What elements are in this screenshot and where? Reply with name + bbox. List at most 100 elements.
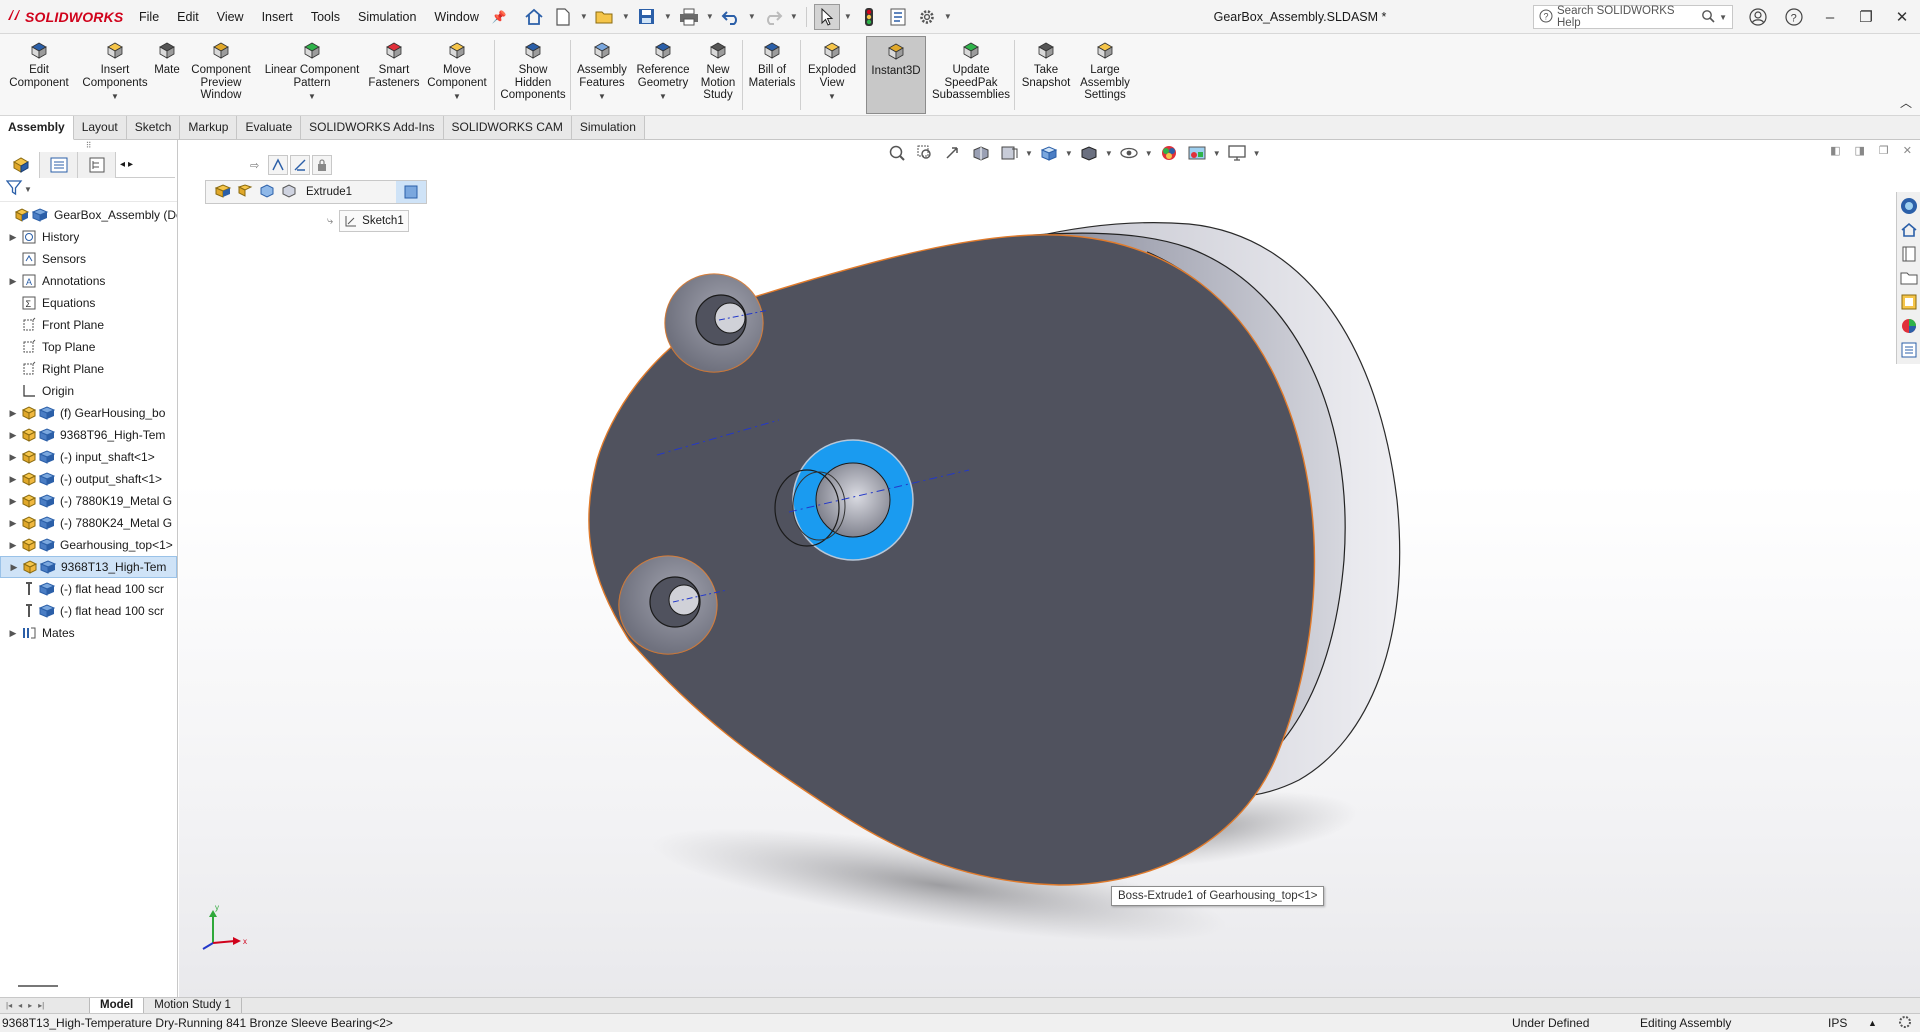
status-bar-toggle-icon[interactable] xyxy=(1898,1015,1912,1032)
breadcrumb-sketch[interactable]: Sketch1 xyxy=(339,210,409,232)
tab-markup[interactable]: Markup xyxy=(180,116,238,139)
section-view-icon[interactable] xyxy=(969,141,993,165)
linear-pattern-dropdown-icon[interactable]: ▼ xyxy=(308,91,316,104)
insert-components-dropdown-icon[interactable]: ▼ xyxy=(111,91,119,104)
tab-model[interactable]: Model xyxy=(90,998,145,1013)
breadcrumb-face-icon[interactable] xyxy=(396,181,426,203)
restore-icon[interactable]: ❐ xyxy=(1848,0,1884,34)
bottom-tab-last-icon[interactable]: ▸| xyxy=(38,1001,44,1010)
rebuild-icon[interactable] xyxy=(856,4,882,30)
pin-icon[interactable]: 📌 xyxy=(492,10,507,24)
bottom-tab-first-icon[interactable]: |◂ xyxy=(6,1001,12,1010)
bottom-tab-nav[interactable]: |◂ ◂ ▸ ▸| xyxy=(0,998,90,1013)
tree-item-input-shaft-1[interactable]: ▶ (-) input_shaft<1> xyxy=(0,446,177,468)
viewport-close-icon[interactable]: ✕ xyxy=(1903,144,1912,157)
print-dropdown-icon[interactable]: ▼ xyxy=(705,12,715,21)
expand-arrow-icon[interactable]: ▶ xyxy=(6,232,20,243)
collapse-ribbon-icon[interactable]: ︿ xyxy=(1900,94,1912,111)
exploded-view-button[interactable]: Exploded View ▼ xyxy=(804,38,860,104)
appearances-scenes-icon[interactable] xyxy=(1899,316,1919,335)
expand-arrow-icon[interactable]: ▶ xyxy=(6,474,20,485)
viewport-tile-right-icon[interactable]: ◨ xyxy=(1855,144,1865,157)
display-style-dropdown-icon[interactable]: ▼ xyxy=(1105,149,1113,158)
tree-item-origin[interactable]: Origin xyxy=(0,380,177,402)
menu-file[interactable]: File xyxy=(130,0,168,34)
expand-arrow-icon[interactable]: ▶ xyxy=(6,452,20,463)
menu-edit[interactable]: Edit xyxy=(168,0,208,34)
tab-evaluate[interactable]: Evaluate xyxy=(237,116,302,139)
status-units[interactable]: IPS xyxy=(1828,1016,1847,1030)
close-icon[interactable]: ✕ xyxy=(1884,0,1920,34)
undo-icon[interactable] xyxy=(718,4,744,30)
viewport-tile-left-icon[interactable]: ◧ xyxy=(1830,144,1840,157)
apply-scene-icon[interactable] xyxy=(1185,141,1209,165)
expand-arrow-icon[interactable]: ▶ xyxy=(6,276,20,287)
feature-manager-tab[interactable] xyxy=(2,152,40,178)
dynamic-annotation-icon[interactable] xyxy=(997,141,1021,165)
zoom-to-fit-icon[interactable] xyxy=(885,141,909,165)
redo-icon[interactable] xyxy=(760,4,786,30)
tree-item-9368t13-high-tem[interactable]: ▶ 9368T13_High-Tem xyxy=(0,556,177,578)
tree-item-gearhousing-top-1[interactable]: ▶ Gearhousing_top<1> xyxy=(0,534,177,556)
tree-item-equations[interactable]: Σ Equations xyxy=(0,292,177,314)
expand-arrow-icon[interactable]: ▶ xyxy=(6,430,20,441)
tab-layout[interactable]: Layout xyxy=(73,116,127,139)
save-dropdown-icon[interactable]: ▼ xyxy=(663,12,673,21)
mate-button[interactable]: Mate xyxy=(152,38,182,77)
home-icon[interactable] xyxy=(521,4,547,30)
search-input[interactable]: Search SOLIDWORKS Help xyxy=(1557,5,1701,29)
edit-appearance-icon[interactable] xyxy=(1157,141,1181,165)
design-library-icon[interactable] xyxy=(1899,244,1919,263)
bill-of-materials-button[interactable]: Bill of Materials xyxy=(746,38,798,89)
graphics-area[interactable]: ▼ ▼ ▼ ▼ ▼ ▼ ◧ ◨ ❐ ✕ ⇨ Extrude1 ⤷ Sketch1… xyxy=(179,140,1920,997)
tree-item-7880k19-metal-g[interactable]: ▶ (-) 7880K19_Metal G xyxy=(0,490,177,512)
breadcrumb-subassembly-icon[interactable] xyxy=(236,183,254,202)
previous-view-icon[interactable] xyxy=(941,141,965,165)
view-settings-icon[interactable] xyxy=(1225,141,1249,165)
display-style-icon[interactable] xyxy=(1077,141,1101,165)
minimize-icon[interactable]: – xyxy=(1812,0,1848,34)
filter-dropdown-icon[interactable]: ▼ xyxy=(24,185,32,194)
view-orientation-dropdown-icon[interactable]: ▼ xyxy=(1065,149,1073,158)
gearbox-housing-model[interactable] xyxy=(179,140,1920,997)
help-circle-icon[interactable]: ? xyxy=(1776,0,1812,34)
tree-item-mates[interactable]: ▶ Mates xyxy=(0,622,177,644)
edit-component-button[interactable]: Edit Component xyxy=(4,38,74,89)
large-assembly-button[interactable]: Large Assembly Settings xyxy=(1078,38,1132,102)
expand-arrow-icon[interactable]: ▶ xyxy=(6,518,20,529)
menu-simulation[interactable]: Simulation xyxy=(349,0,425,34)
tab-sketch[interactable]: Sketch xyxy=(126,116,181,139)
zoom-to-area-icon[interactable] xyxy=(913,141,937,165)
smart-dimension-mini-icon[interactable] xyxy=(268,155,288,175)
search-dropdown-icon[interactable]: ▼ xyxy=(1719,13,1727,22)
linear-pattern-button[interactable]: Linear Component Pattern ▼ xyxy=(260,38,364,104)
apply-scene-dropdown-icon[interactable]: ▼ xyxy=(1213,149,1221,158)
view-orientation-icon[interactable] xyxy=(1037,141,1061,165)
tree-item-f-gearhousing-bo[interactable]: ▶ (f) GearHousing_bo xyxy=(0,402,177,424)
new-document-icon[interactable] xyxy=(550,4,576,30)
tree-item-annotations[interactable]: ▶ A Annotations xyxy=(0,270,177,292)
tree-item-front-plane[interactable]: Front Plane xyxy=(0,314,177,336)
viewport-restore-icon[interactable]: ❐ xyxy=(1879,144,1889,157)
tree-item-flat-head-100-scr[interactable]: (-) flat head 100 scr xyxy=(0,578,177,600)
open-icon[interactable] xyxy=(592,4,618,30)
tree-item-gearbox-assembly-def[interactable]: GearBox_Assembly (Def xyxy=(0,204,177,226)
select-dropdown-icon[interactable]: ▼ xyxy=(843,12,853,21)
tree-item-7880k24-metal-g[interactable]: ▶ (-) 7880K24_Metal G xyxy=(0,512,177,534)
property-manager-tab[interactable] xyxy=(40,152,78,178)
tab-scroll-right-icon[interactable]: ▸ xyxy=(128,159,133,170)
tab-solidworks-add-ins[interactable]: SOLIDWORKS Add-Ins xyxy=(301,116,444,139)
bottom-tab-next-icon[interactable]: ▸ xyxy=(28,1001,32,1010)
hide-show-items-icon[interactable] xyxy=(1117,141,1141,165)
breadcrumb-feature-label[interactable]: Extrude1 xyxy=(306,186,352,198)
component-preview-button[interactable]: Component Preview Window xyxy=(186,38,256,102)
breadcrumb-body-icon[interactable] xyxy=(280,183,298,202)
breadcrumb-assembly-icon[interactable] xyxy=(214,183,232,202)
tree-item-history[interactable]: ▶ History xyxy=(0,226,177,248)
exploded-view-dropdown-icon[interactable]: ▼ xyxy=(828,91,836,104)
panel-horizontal-scrollbar[interactable] xyxy=(18,985,58,987)
tree-item-top-plane[interactable]: Top Plane xyxy=(0,336,177,358)
units-up-arrow-icon[interactable]: ▲ xyxy=(1868,1018,1877,1028)
filter-icon[interactable] xyxy=(5,180,24,199)
menu-tools[interactable]: Tools xyxy=(302,0,349,34)
